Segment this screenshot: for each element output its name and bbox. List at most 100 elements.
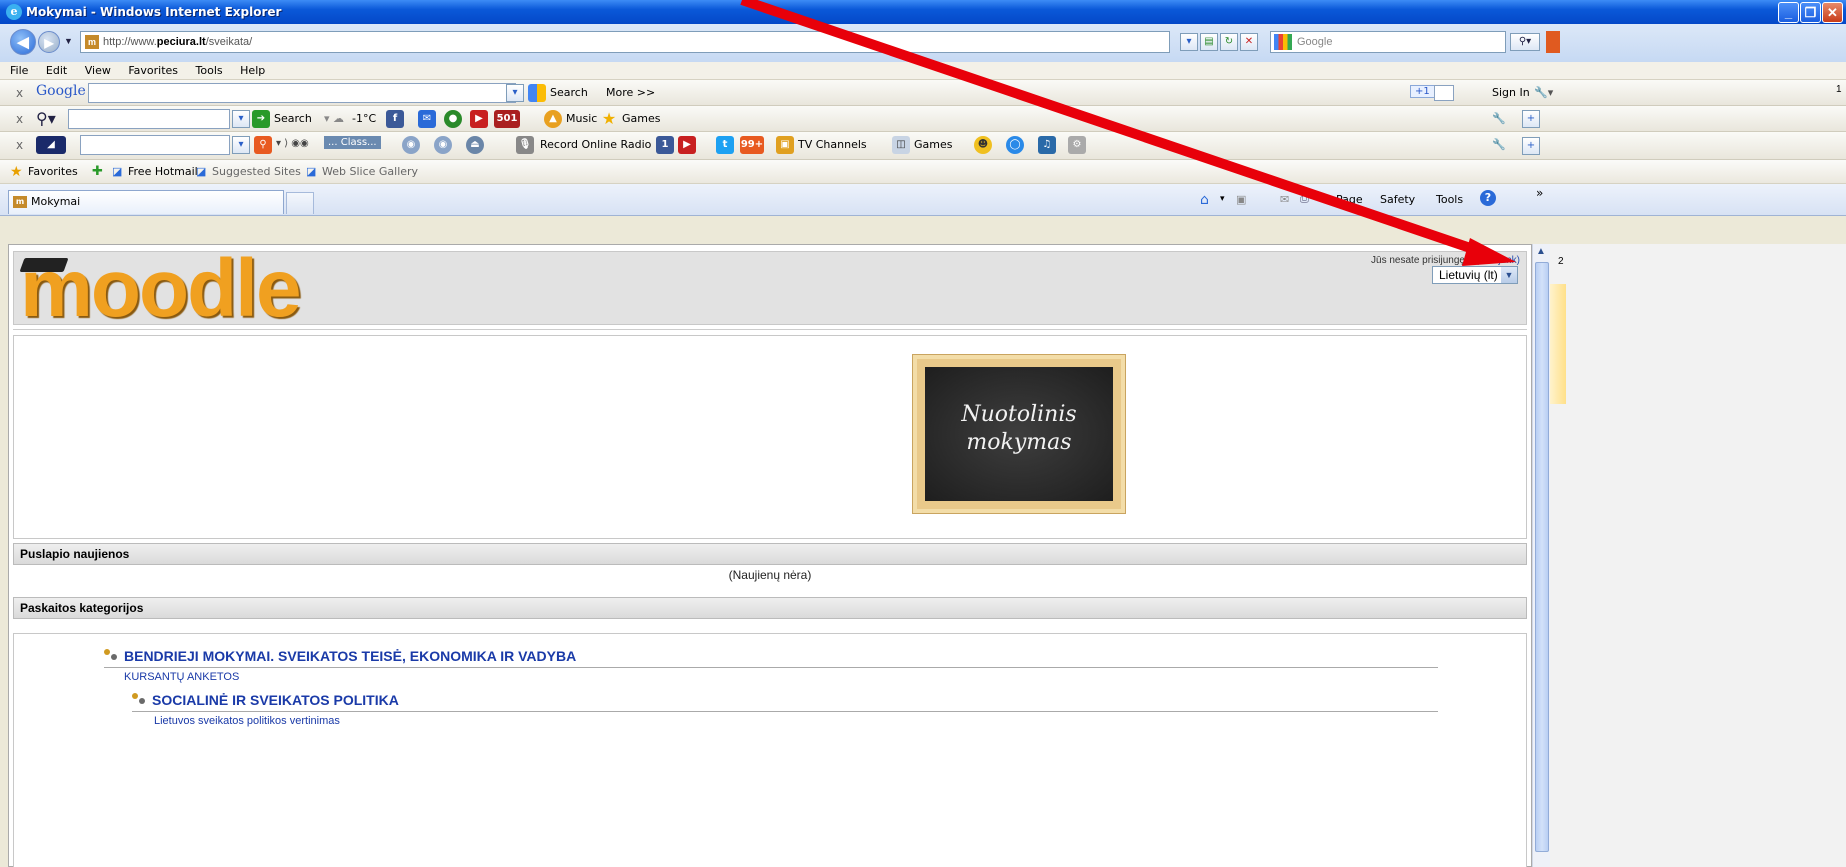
favorite-web-slice-gallery[interactable]: Web Slice Gallery	[322, 160, 418, 184]
menu-tools[interactable]: Tools	[196, 64, 223, 77]
music-button[interactable]: Music	[566, 112, 597, 125]
url-input[interactable]: m http://www.peciura.lt/sveikata/	[80, 31, 1170, 53]
google-search-button[interactable]: Search	[550, 86, 588, 99]
toolbar-dropdown-icon[interactable]: ▾	[232, 110, 250, 128]
feeds-icon[interactable]: ▣	[1236, 193, 1246, 206]
side-number: 1	[1836, 84, 1842, 95]
toolbar-settings-icon[interactable]: 🔧	[1492, 112, 1506, 125]
eject-icon[interactable]: ⏏	[466, 136, 484, 154]
scroll-up-icon[interactable]: ▲	[1536, 246, 1546, 257]
print-dropdown-icon[interactable]: ▾	[1320, 194, 1325, 204]
category-item[interactable]: BENDRIEJI MOKYMAI. SVEIKATOS TEISĖ, EKON…	[104, 648, 576, 664]
help-icon[interactable]: ?	[1480, 190, 1496, 206]
compatibility-icon[interactable]: ▤	[1200, 33, 1218, 51]
read-mail-icon[interactable]: ✉	[1280, 193, 1289, 206]
page-content: moodle Jūs nesate prisijungęs. (Prisijun…	[8, 244, 1532, 867]
vertical-scrollbar[interactable]: ▲	[1532, 244, 1550, 867]
class-selector[interactable]: ... Class...	[324, 136, 381, 149]
toolbar-add-icon[interactable]: +	[1522, 137, 1540, 155]
search-go-icon[interactable]: ➔	[252, 110, 270, 128]
menu-edit[interactable]: Edit	[46, 64, 67, 77]
headphones-icon[interactable]: ♫	[1038, 136, 1056, 154]
games-button[interactable]: Games	[914, 138, 952, 151]
mail-icon[interactable]: ✉	[418, 110, 436, 128]
favorite-hotmail[interactable]: Free Hotmail	[128, 160, 198, 184]
new-tab-button[interactable]	[286, 192, 314, 214]
menu-file[interactable]: File	[10, 64, 28, 77]
games-icon[interactable]: ◫	[892, 136, 910, 154]
wrench-icon[interactable]: 🔧▾	[1534, 86, 1553, 99]
back-button[interactable]: ◀	[10, 29, 36, 55]
player-icon[interactable]: ◉	[402, 136, 420, 154]
menu-view[interactable]: View	[85, 64, 111, 77]
tv-icon[interactable]: ▣	[776, 136, 794, 154]
media-search-icon[interactable]: ⚲	[254, 136, 272, 154]
google-more-button[interactable]: More >>	[606, 86, 655, 99]
favorites-button[interactable]: Favorites	[28, 160, 78, 184]
sign-in-button[interactable]: Sign In	[1492, 86, 1530, 99]
course-link[interactable]: KURSANTŲ ANKETOS	[124, 671, 239, 683]
media-dropdown-icon[interactable]: ▾	[232, 136, 250, 154]
stop-icon[interactable]: ✕	[1240, 33, 1258, 51]
menu-favorites[interactable]: Favorites	[128, 64, 178, 77]
minimize-button[interactable]: _	[1778, 2, 1799, 23]
menu-help[interactable]: Help	[240, 64, 265, 77]
twitter-icon[interactable]: t	[716, 136, 734, 154]
close-toolbar-icon[interactable]: x	[16, 138, 23, 152]
facebook-icon[interactable]: 1	[656, 136, 674, 154]
close-toolbar-icon[interactable]: x	[16, 112, 23, 126]
notifications-badge[interactable]: 501	[494, 110, 520, 128]
microphone-icon[interactable]: 🎙	[516, 136, 534, 154]
youtube-icon[interactable]: ▶	[678, 136, 696, 154]
tools-menu[interactable]: Tools	[1436, 193, 1463, 206]
close-toolbar-icon[interactable]: x	[16, 86, 23, 100]
google-search-icon[interactable]	[528, 84, 546, 102]
media-controls-icon[interactable]: ▾ ⟩ ◉◉	[276, 138, 309, 149]
media-search-input[interactable]	[80, 135, 230, 155]
refresh-icon[interactable]: ↻	[1220, 33, 1238, 51]
home-icon[interactable]: ⌂	[1200, 192, 1209, 208]
toolbar-search-button[interactable]: Search	[274, 112, 312, 125]
scrollbar-thumb[interactable]	[1535, 262, 1549, 852]
record-radio-button[interactable]: Record Online Radio	[540, 138, 651, 151]
chat-icon[interactable]: ◯	[1006, 136, 1024, 154]
maximize-button[interactable]: ❐	[1800, 2, 1821, 23]
add-favorite-icon[interactable]: ✚	[92, 160, 103, 184]
toolbar-search-input[interactable]	[68, 109, 230, 129]
category-item[interactable]: SOCIALINĖ IR SVEIKATOS POLITIKA	[132, 692, 399, 708]
home-dropdown-icon[interactable]: ▾	[1220, 194, 1225, 204]
tab-mokymai[interactable]: m Mokymai	[8, 190, 284, 214]
language-select[interactable]: Lietuvių (lt) ▼	[1432, 266, 1518, 284]
print-icon[interactable]: ⎙	[1300, 192, 1309, 206]
toolbar-add-icon[interactable]: +	[1522, 110, 1540, 128]
safety-menu[interactable]: Safety	[1380, 193, 1415, 206]
search-input[interactable]: Google	[1270, 31, 1506, 53]
google-search-input[interactable]	[88, 83, 516, 103]
music-icon[interactable]: ▲	[544, 110, 562, 128]
toolbar-settings-icon[interactable]: 🔧	[1492, 138, 1506, 151]
tv-channels-button[interactable]: TV Channels	[798, 138, 867, 151]
settings-gears-icon[interactable]: ⚙	[1068, 136, 1086, 154]
history-dropdown-icon[interactable]: ▼	[64, 36, 73, 46]
smiley-icon[interactable]: ☻	[974, 136, 992, 154]
rss-badge[interactable]: 99+	[740, 136, 764, 154]
radio-icon[interactable]: ◉	[434, 136, 452, 154]
green-icon[interactable]: ●	[444, 110, 462, 128]
chevron-more-icon[interactable]: »	[1536, 186, 1543, 200]
category-icon	[132, 693, 146, 707]
category-title: SOCIALINĖ IR SVEIKATOS POLITIKA	[152, 692, 399, 708]
forward-button[interactable]: ▶	[38, 31, 60, 53]
facebook-icon[interactable]: f	[386, 110, 404, 128]
favorite-suggested-sites[interactable]: Suggested Sites	[212, 160, 301, 184]
course-link[interactable]: Lietuvos sveikatos politikos vertinimas	[154, 715, 340, 727]
login-link[interactable]: (Prisijunk)	[1476, 255, 1520, 266]
plus-one-button[interactable]: +1	[1410, 85, 1435, 98]
close-button[interactable]: ✕	[1822, 2, 1843, 23]
youtube-icon[interactable]: ▶	[470, 110, 488, 128]
page-menu[interactable]: Page	[1336, 193, 1363, 206]
games-button[interactable]: Games	[622, 112, 660, 125]
google-icon	[1274, 34, 1292, 50]
search-go-icon[interactable]: ⚲▾	[1510, 33, 1540, 51]
google-dropdown-icon[interactable]: ▾	[506, 84, 524, 102]
url-dropdown-icon[interactable]: ▾	[1180, 33, 1198, 51]
